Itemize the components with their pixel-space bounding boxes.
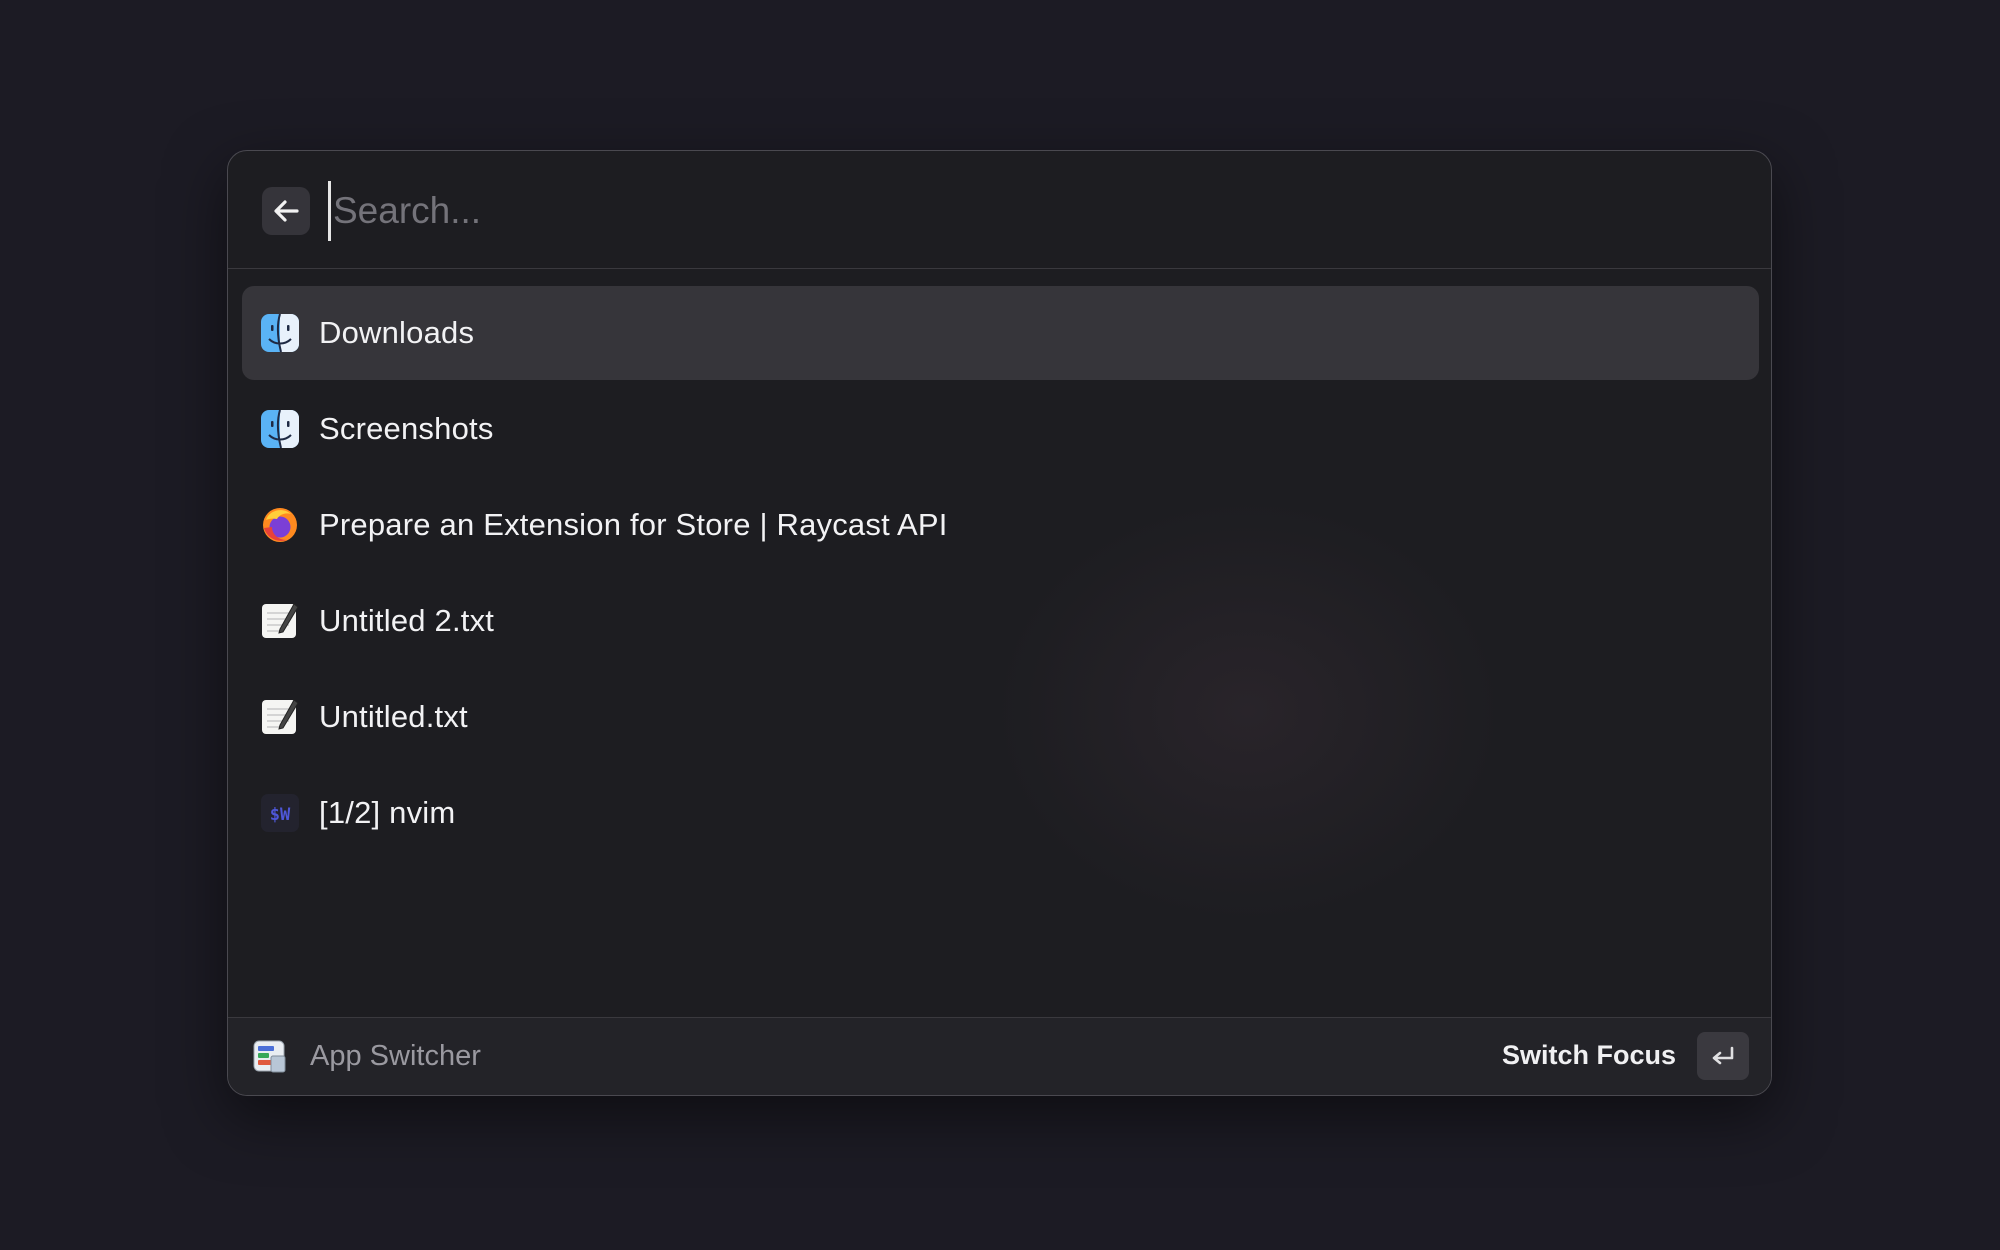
return-key-icon <box>1712 1046 1734 1065</box>
back-button[interactable] <box>262 187 310 235</box>
app-switcher-icon <box>253 1040 287 1074</box>
list-item-label: Prepare an Extension for Store | Raycast… <box>319 507 948 542</box>
return-key-button[interactable] <box>1697 1032 1749 1080</box>
list-item[interactable]: Untitled 2.txt <box>242 574 1759 668</box>
list-item[interactable]: Screenshots <box>242 382 1759 476</box>
results-list: Downloads Screenshots Prepare an Extensi… <box>242 286 1759 862</box>
search-bar <box>228 151 1771 269</box>
finder-icon <box>260 313 300 353</box>
list-item[interactable]: Untitled.txt <box>242 670 1759 764</box>
firefox-icon <box>260 505 300 545</box>
list-item-label: Screenshots <box>319 411 494 446</box>
finder-icon <box>260 409 300 449</box>
wezterm-icon-text: $W <box>270 805 291 825</box>
search-input[interactable] <box>328 181 1713 241</box>
action-bar: App Switcher Switch Focus <box>228 1017 1771 1095</box>
list-item-label: Untitled.txt <box>319 699 468 734</box>
list-item-label: Downloads <box>319 315 475 350</box>
list-item-label: [1/2] nvim <box>319 795 456 830</box>
list-item[interactable]: $W [1/2] nvim <box>242 766 1759 860</box>
textedit-icon <box>260 697 300 737</box>
switch-focus-button[interactable]: Switch Focus <box>1502 1040 1676 1071</box>
list-item[interactable]: Prepare an Extension for Store | Raycast… <box>242 478 1759 572</box>
arrow-left-icon <box>274 200 299 222</box>
wezterm-icon: $W <box>260 793 300 833</box>
list-item[interactable]: Downloads <box>242 286 1759 380</box>
textedit-icon <box>260 601 300 641</box>
list-item-label: Untitled 2.txt <box>319 603 495 638</box>
footer-app-name: App Switcher <box>310 1040 481 1072</box>
command-palette-window: Downloads Screenshots <box>227 150 1772 1096</box>
